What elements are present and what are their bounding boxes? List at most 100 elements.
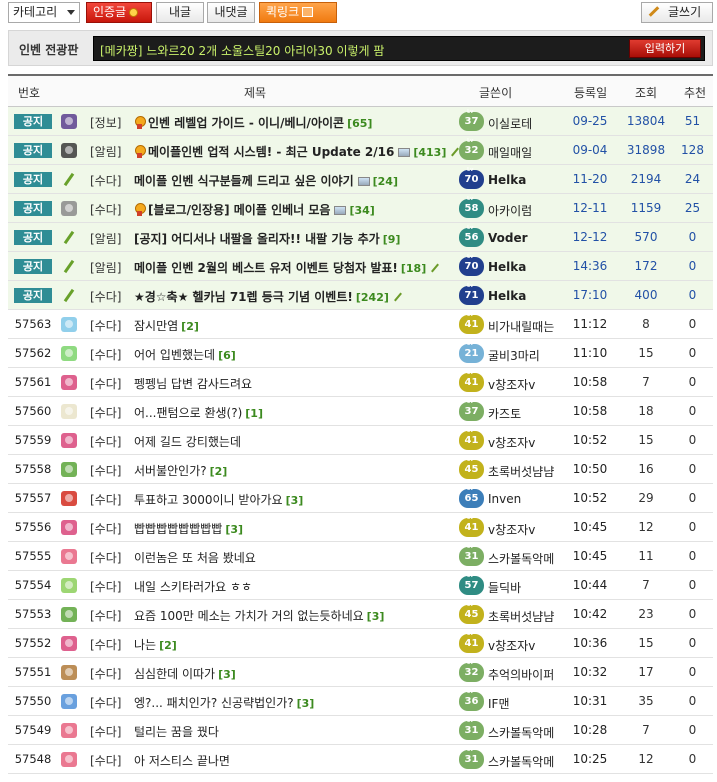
- post-title-link[interactable]: 어어 입벤했는데 [6]: [134, 346, 236, 363]
- table-header: 번호 제목 글쓴이 등록일 조회 추천: [8, 74, 713, 107]
- table-row[interactable]: 57558 [수다] 서버불안인가?[2] 45 초록버섯냠냠 10:50 16 0: [8, 455, 713, 484]
- post-title-link[interactable]: 메이플 인벤 식구분들께 드리고 싶은 이야기 [24]: [134, 172, 398, 189]
- table-row[interactable]: 57561 [수다] 펭펭님 답변 감사드려요 41 v창조자v 10:58 7 0: [8, 368, 713, 397]
- author-name: Inven: [488, 492, 522, 506]
- table-row[interactable]: 57551 [수다] 심심한데 이따가[3] 32 추억의바이퍼 10:32 17 0: [8, 658, 713, 687]
- bulletin-submit-button[interactable]: 입력하기: [629, 39, 701, 58]
- quicklink-button[interactable]: 퀵링크: [259, 2, 337, 23]
- author-name: 초록버섯냠냠: [488, 610, 555, 624]
- post-title-link[interactable]: ★경☆축★ 헬카님 71렙 등극 기념 이벤트! [242]: [134, 288, 403, 305]
- post-number: 57563: [14, 317, 52, 331]
- table-row[interactable]: 57555 [수다] 이런놈은 또 처음 봤네요 31 스카볼독악메 10:45 11 0: [8, 542, 713, 571]
- post-title: 어제 길드 강티했는데: [134, 435, 241, 449]
- table-row[interactable]: 57562 [수다] 어어 입벤했는데[6] 21 굴비3마리 11:10 15 0: [8, 339, 713, 368]
- post-category: [수다]: [90, 174, 122, 188]
- level-badge: 37: [459, 109, 484, 131]
- post-title-link[interactable]: 메이플인벤 업적 시스템! - 최근 Update 2/16 [413]: [134, 143, 460, 160]
- table-row[interactable]: 57552 [수다] 나는[2] 41 v창조자v 10:36 15 0: [8, 629, 713, 658]
- post-category: [알림]: [90, 145, 122, 159]
- notice-row[interactable]: 공지 [알림] 메이플인벤 업적 시스템! - 최근 Update 2/16 [413…: [8, 136, 713, 165]
- comment-count[interactable]: [9]: [383, 233, 401, 246]
- post-category: [수다]: [90, 493, 122, 507]
- post-title-link[interactable]: 요즘 100만 메소는 가치가 거의 없는듯하네요 [3]: [134, 607, 384, 624]
- comment-count[interactable]: [3]: [286, 494, 304, 507]
- post-title-link[interactable]: 내일 스키타러가요 ㅎㅎ: [134, 578, 252, 595]
- table-row[interactable]: 57560 [수다] 어...팬텀으로 환생(?)[1] 37 카즈토 10:58 18 0: [8, 397, 713, 426]
- post-title-link[interactable]: 어...팬텀으로 환생(?) [1]: [134, 404, 263, 421]
- post-number: 57553: [14, 607, 52, 621]
- comment-count[interactable]: [3]: [367, 610, 385, 623]
- view-count: 16: [638, 462, 654, 476]
- notice-row[interactable]: 공지 [알림] 메이플 인벤 2월의 베스트 유저 이벤트 당첨자 발표![18] 7…: [8, 252, 713, 281]
- post-title-link[interactable]: 서버불안인가? [2]: [134, 462, 227, 479]
- level-badge: 41: [459, 428, 484, 450]
- post-title-link[interactable]: 엥?... 패치인가? 신공략법인가? [3]: [134, 694, 314, 711]
- level-badge: 58: [459, 196, 484, 218]
- post-title-link[interactable]: 나는 [2]: [134, 636, 177, 653]
- post-title-link[interactable]: 인벤 레벨업 가이드 - 이니/베니/아이콘 [65]: [134, 114, 372, 131]
- notice-row[interactable]: 공지 [수다] [블로그/인장용] 메이플 인베너 모음 [34] 58 아카이럼 12-1…: [8, 194, 713, 223]
- comment-count[interactable]: [242]: [356, 291, 389, 304]
- post-title-link[interactable]: 이런놈은 또 처음 봤네요: [134, 549, 256, 566]
- bulletin-message-box[interactable]: [메카짱] 느와르20 2개 소울스틸20 아리아30 이렇게 팜 입력하기: [93, 36, 705, 61]
- post-title-link[interactable]: 잠시만염 [2]: [134, 317, 199, 334]
- post-title-link[interactable]: 털리는 꿈을 꿨다: [134, 723, 219, 740]
- level-badge: 45: [459, 602, 484, 624]
- comment-count[interactable]: [2]: [159, 639, 177, 652]
- view-count: 12: [638, 520, 654, 534]
- post-title-link[interactable]: 어제 길드 강티했는데: [134, 433, 241, 450]
- post-title-link[interactable]: 메이플 인벤 2월의 베스트 유저 이벤트 당첨자 발표! [18]: [134, 259, 440, 276]
- image-icon: [398, 148, 411, 157]
- category-select[interactable]: 카테고리: [8, 2, 80, 23]
- comment-count[interactable]: [2]: [210, 465, 228, 478]
- table-row[interactable]: 57556 [수다] 빱빱빱빱빱빱빱빱[3] 41 v창조자v 10:45 12 0: [8, 513, 713, 542]
- recommend-count: 0: [688, 346, 697, 360]
- post-date: 10:44: [572, 578, 608, 592]
- comment-count[interactable]: [3]: [225, 523, 243, 536]
- post-title-link[interactable]: 심심한데 이따가 [3]: [134, 665, 236, 682]
- monkey-icon: [60, 664, 78, 681]
- comment-count[interactable]: [3]: [297, 697, 315, 710]
- comment-count[interactable]: [24]: [373, 175, 398, 188]
- post-title-link[interactable]: 빱빱빱빱빱빱빱빱 [3]: [134, 520, 243, 537]
- post-title-link[interactable]: 펭펭님 답변 감사드려요: [134, 375, 252, 392]
- post-title-link[interactable]: [공지] 어디서나 내팔을 올리자!! 내팔 기능 추가 [9]: [134, 230, 400, 247]
- comment-count[interactable]: [34]: [349, 204, 374, 217]
- table-row[interactable]: 57563 [수다] 잠시만염[2] 41 비가내릴때는 11:12 8 0: [8, 310, 713, 339]
- table-row[interactable]: 57557 [수다] 투표하고 3000이니 받아가요[3] 65 Inven 10:52…: [8, 484, 713, 513]
- post-title-link[interactable]: 아 저스티스 끝나면: [134, 752, 230, 769]
- table-row[interactable]: 57550 [수다] 엥?... 패치인가? 신공략법인가?[3] 36 IF맨 10:3…: [8, 687, 713, 716]
- comment-count[interactable]: [65]: [347, 117, 372, 130]
- level-badge: 71: [459, 283, 484, 305]
- write-post-button[interactable]: 글쓰기: [641, 2, 713, 23]
- table-row[interactable]: 57559 [수다] 어제 길드 강티했는데 41 v창조자v 10:52 15 0: [8, 426, 713, 455]
- table-row[interactable]: 57549 [수다] 털리는 꿈을 꿨다 31 스카볼독악메 10:28 7 0: [8, 716, 713, 745]
- post-title-link[interactable]: 투표하고 3000이니 받아가요 [3]: [134, 491, 303, 508]
- notice-row[interactable]: 공지 [정보] 인벤 레벨업 가이드 - 이니/베니/아이콘[65] 37 이실로테 09…: [8, 107, 713, 136]
- author-name: 초록버섯냠냠: [488, 465, 555, 479]
- comment-count[interactable]: [413]: [413, 146, 446, 159]
- notice-row[interactable]: 공지 [수다] ★경☆축★ 헬카님 71렙 등극 기념 이벤트![242] 71 Hel…: [8, 281, 713, 310]
- level-badge: 70: [459, 167, 484, 189]
- my-posts-button[interactable]: 내글: [156, 2, 204, 23]
- table-row[interactable]: 57548 [수다] 아 저스티스 끝나면 31 스카볼독악메 10:25 12 0: [8, 745, 713, 774]
- comment-count[interactable]: [6]: [218, 349, 236, 362]
- comment-count[interactable]: [2]: [181, 320, 199, 333]
- table-row[interactable]: 57553 [수다] 요즘 100만 메소는 가치가 거의 없는듯하네요[3] 45 초…: [8, 600, 713, 629]
- notice-row[interactable]: 공지 [수다] 메이플 인벤 식구분들께 드리고 싶은 이야기 [24] 70 Helka…: [8, 165, 713, 194]
- post-title-link[interactable]: [블로그/인장용] 메이플 인베너 모음 [34]: [134, 201, 375, 218]
- post-number: 57552: [14, 636, 52, 650]
- recommend-count: 128: [681, 143, 704, 157]
- comment-count[interactable]: [1]: [245, 407, 263, 420]
- notice-row[interactable]: 공지 [알림] [공지] 어디서나 내팔을 올리자!! 내팔 기능 추가[9] 56 V…: [8, 223, 713, 252]
- comment-count[interactable]: [18]: [401, 262, 426, 275]
- comment-count[interactable]: [3]: [218, 668, 236, 681]
- avatar-icon: [60, 113, 78, 130]
- post-date: 09-25: [572, 114, 608, 128]
- my-comments-button[interactable]: 내댓글: [207, 2, 255, 23]
- table-row[interactable]: 57554 [수다] 내일 스키타러가요 ㅎㅎ 57 들딕바 10:44 7 0: [8, 571, 713, 600]
- certified-posts-button[interactable]: 인증글: [86, 2, 152, 23]
- post-category: [수다]: [90, 406, 122, 420]
- level-badge: 57: [459, 573, 484, 595]
- view-count: 12: [638, 752, 654, 766]
